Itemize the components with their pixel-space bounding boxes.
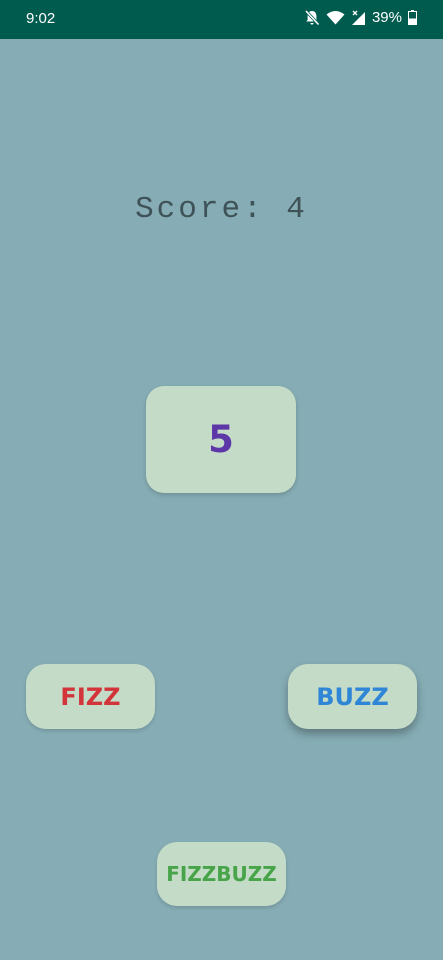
buzz-button[interactable]: BUZZ [288, 664, 417, 729]
fizz-button[interactable]: FIZZ [26, 664, 155, 729]
battery-percent: 39% [371, 9, 402, 26]
score-label: Score: 4 [135, 192, 308, 227]
notifications-off-icon [304, 9, 320, 26]
fizzbuzz-button[interactable]: FIZZBUZZ [157, 842, 286, 906]
status-bar: 9:02 39% [0, 0, 443, 39]
status-time: 9:02 [26, 10, 56, 27]
cell-signal-icon [351, 10, 366, 26]
status-icons: 39% [304, 9, 417, 26]
current-number-card: 5 [146, 386, 296, 493]
current-number: 5 [208, 418, 234, 461]
wifi-icon [326, 10, 345, 25]
battery-icon [408, 10, 417, 25]
